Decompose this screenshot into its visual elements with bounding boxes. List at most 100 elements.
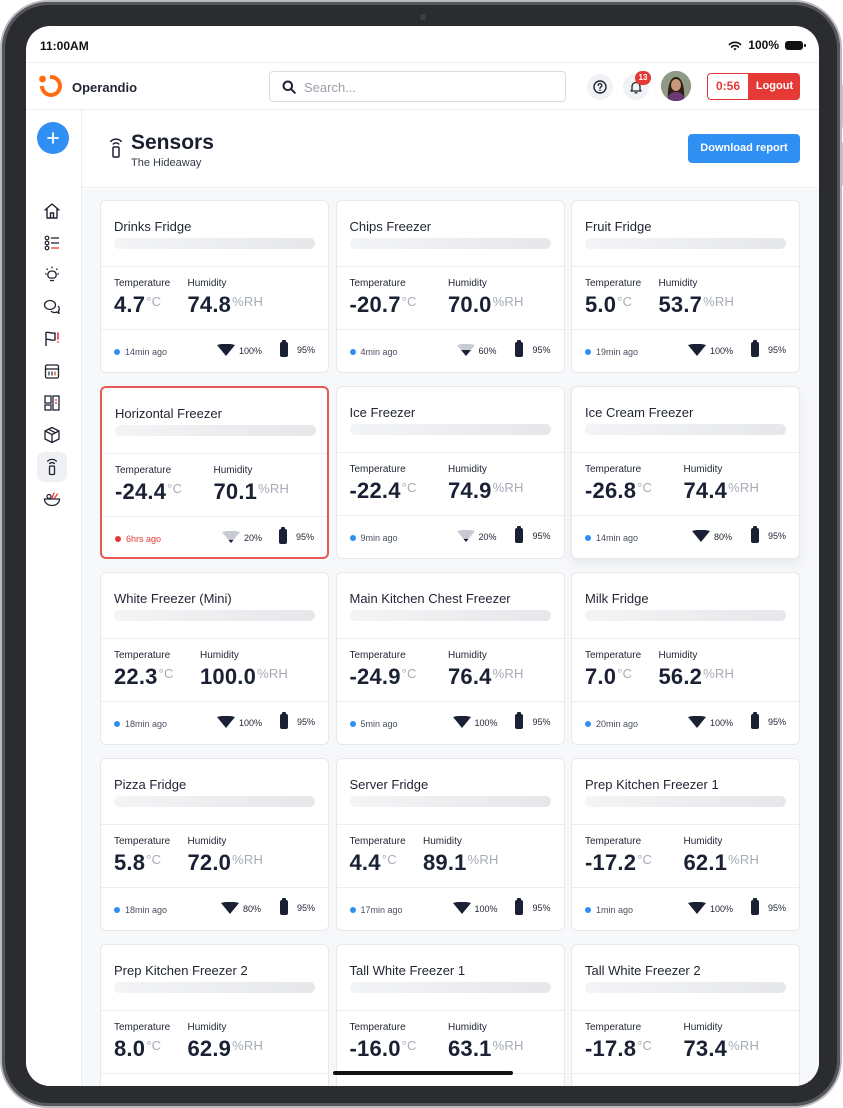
signal-strength: 20%	[222, 531, 262, 544]
signal-text: 20%	[244, 532, 263, 543]
add-button[interactable]	[37, 122, 69, 154]
last-seen: 17min ago	[349, 905, 403, 915]
sensor-card[interactable]: Fruit Fridge Temperature Humidity 5.0°C …	[571, 200, 800, 373]
sensor-card[interactable]: Tall White Freezer 1 Temperature Humidit…	[335, 944, 565, 1086]
sensor-card[interactable]: Prep Kitchen Freezer 2 Temperature Humid…	[100, 944, 329, 1086]
temperature-unit: °C	[637, 480, 653, 495]
lightbulb-icon	[45, 266, 59, 282]
humidity-label: Humidity	[683, 836, 723, 847]
temperature-number: -24.9	[349, 664, 401, 689]
last-seen-text: 9min ago	[360, 533, 398, 543]
humidity-unit: %RH	[703, 666, 735, 681]
operandio-logo-icon[interactable]	[37, 73, 63, 99]
sidebar-item-home[interactable]	[37, 196, 67, 226]
session-controls: 0:56 Logout	[707, 73, 800, 100]
humidity-unit: %RH	[728, 480, 760, 495]
download-report-button[interactable]: Download report	[688, 134, 800, 163]
temperature-number: -17.8	[585, 1036, 637, 1061]
sidebar-item-calendar[interactable]	[37, 356, 67, 386]
sensor-card[interactable]: Ice Freezer Temperature Humidity -22.4°C…	[335, 386, 565, 559]
sensor-card[interactable]: White Freezer (Mini) Temperature Humidit…	[100, 572, 329, 745]
temperature-number: -20.7	[349, 292, 401, 317]
search-input[interactable]	[304, 78, 554, 96]
humidity-number: 56.2	[658, 664, 703, 689]
battery-level: 95%	[515, 340, 551, 357]
humidity-label: Humidity	[683, 1022, 723, 1033]
humidity-number: 70.1	[213, 479, 258, 504]
humidity-value: 74.4%RH	[684, 478, 760, 504]
sensor-card[interactable]: Milk Fridge Temperature Humidity 7.0°C 5…	[571, 572, 800, 745]
status-dot	[349, 721, 356, 727]
notification-count-badge: 13	[635, 71, 651, 85]
sidebar-item-inventory[interactable]	[37, 420, 67, 450]
sensor-card[interactable]: Prep Kitchen Freezer 1 Temperature Humid…	[571, 758, 800, 931]
battery-text: 95%	[532, 344, 551, 355]
humidity-label: Humidity	[187, 836, 227, 847]
sidebar-item-chat[interactable]	[37, 292, 67, 322]
sensor-card[interactable]: Pizza Fridge Temperature Humidity 5.8°C …	[100, 758, 329, 931]
wifi-signal-icon	[452, 902, 471, 914]
temperature-value: 7.0°C	[585, 664, 632, 690]
battery-level: 95%	[750, 898, 786, 915]
sensor-card[interactable]: Server Fridge Temperature Humidity 4.4°C…	[335, 758, 565, 931]
sensor-name: Tall White Freezer 2	[585, 963, 701, 978]
sidebar-item-sensors[interactable]	[37, 452, 67, 482]
avatar-image	[661, 71, 691, 101]
sensor-card[interactable]: Main Kitchen Chest Freezer Temperature H…	[335, 572, 565, 745]
battery-percentage: 100%	[748, 38, 779, 52]
calendar-icon	[44, 364, 60, 379]
home-indicator[interactable]	[333, 1071, 513, 1075]
sensor-name: Ice Cream Freezer	[585, 405, 694, 420]
card-divider	[572, 452, 799, 453]
temperature-value: -20.7°C	[350, 292, 417, 318]
humidity-label: Humidity	[423, 836, 462, 847]
logout-button[interactable]: Logout	[749, 73, 800, 100]
battery-icon	[279, 712, 288, 729]
sensor-card[interactable]: Horizontal Freezer Temperature Humidity …	[100, 386, 329, 559]
humidity-value: 76.4%RH	[448, 664, 524, 690]
battery-icon	[515, 526, 524, 543]
help-icon	[593, 80, 607, 94]
card-divider	[572, 638, 799, 639]
card-divider	[101, 266, 328, 267]
sensor-location-placeholder	[114, 982, 315, 993]
battery-level: 95%	[515, 526, 551, 543]
battery-icon	[279, 340, 288, 357]
humidity-unit: %RH	[467, 852, 499, 867]
sensor-card[interactable]: Ice Cream Freezer Temperature Humidity -…	[571, 386, 800, 559]
sensor-name: White Freezer (Mini)	[114, 591, 232, 606]
battery-text: 95%	[767, 344, 786, 355]
card-divider	[101, 1010, 328, 1011]
temperature-value: 5.8°C	[114, 850, 161, 876]
signal-text: 100%	[239, 717, 263, 728]
battery-text: 95%	[767, 902, 786, 913]
status-dot	[585, 349, 591, 355]
sensor-card[interactable]: Chips Freezer Temperature Humidity -20.7…	[335, 200, 565, 373]
sidebar-item-checklists[interactable]	[37, 228, 67, 258]
sensor-card[interactable]: Drinks Fridge Temperature Humidity 4.7°C…	[100, 200, 329, 373]
status-dot	[349, 535, 356, 541]
temperature-number: 22.3	[114, 664, 158, 689]
signal-strength: 80%	[692, 530, 732, 543]
sensor-card[interactable]: Tall White Freezer 2 Temperature Humidit…	[571, 944, 800, 1086]
battery-level: 95%	[279, 898, 315, 915]
sidebar-item-food[interactable]	[37, 484, 67, 514]
sidebar-item-dashboard[interactable]	[37, 388, 67, 418]
humidity-number: 100.0	[200, 664, 257, 689]
flag-icon	[45, 331, 59, 346]
card-divider	[101, 638, 328, 639]
help-button[interactable]	[587, 74, 613, 100]
wifi-status-icon	[728, 41, 742, 50]
sensor-location-placeholder	[349, 610, 551, 621]
sensor-list: Drinks Fridge Temperature Humidity 4.7°C…	[82, 189, 819, 1086]
search-box[interactable]	[269, 71, 566, 102]
status-dot	[114, 721, 120, 727]
signal-text: 100%	[710, 717, 734, 728]
sidebar-item-issues[interactable]	[37, 324, 67, 354]
signal-text: 80%	[243, 903, 262, 914]
temperature-label: Temperature	[349, 464, 406, 475]
user-avatar[interactable]	[661, 71, 691, 101]
sidebar-item-ideas[interactable]	[37, 260, 67, 290]
temperature-unit: °C	[381, 852, 397, 867]
status-dot	[114, 349, 120, 355]
